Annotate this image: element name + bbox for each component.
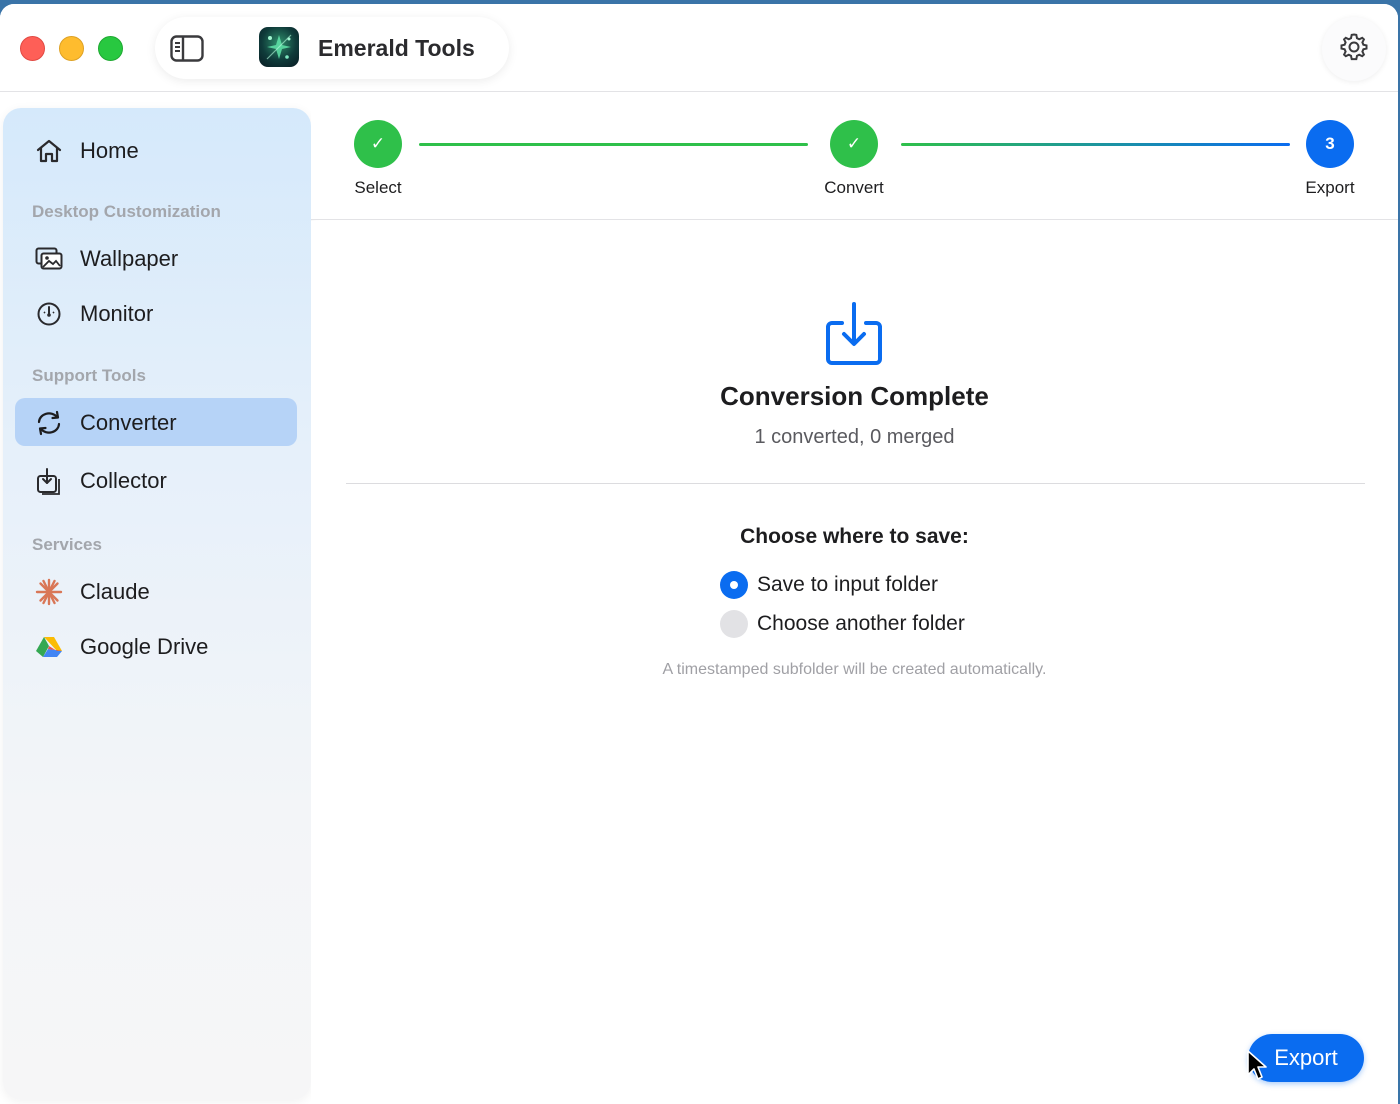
sidebar: Home Desktop Customization Wallpaper Mon…	[3, 108, 311, 1100]
emerald-tools-app-icon	[259, 27, 299, 67]
sidebar-item-label: Claude	[80, 579, 150, 604]
sidebar-item-wallpaper[interactable]: Wallpaper	[15, 234, 297, 282]
main-content: Conversion Complete 1 converted, 0 merge…	[311, 221, 1398, 1104]
step-select-label: Select	[354, 178, 402, 197]
conversion-summary: 1 converted, 0 merged	[754, 426, 955, 448]
title-bar: Emerald Tools	[0, 4, 1398, 92]
zoom-window-button[interactable]	[98, 36, 123, 61]
sidebar-item-label: Wallpaper	[80, 246, 179, 271]
sidebar-item-label: Monitor	[80, 301, 154, 326]
choose-another-folder-option[interactable]: Choose another folder	[720, 609, 965, 639]
claude-asterisk-icon	[35, 578, 63, 606]
monitor-gauge-icon	[35, 301, 63, 327]
section-label-desktop-customization: Desktop Customization	[32, 202, 221, 221]
subfolder-hint: A timestamped subfolder will be created …	[662, 661, 1047, 678]
option-label: Choose another folder	[757, 612, 965, 635]
step-connector-2	[901, 143, 1290, 146]
app-window: Emerald Tools Home Desktop Customization…	[0, 4, 1398, 1104]
gear-icon	[1338, 31, 1370, 68]
step-convert-label: Convert	[824, 178, 884, 197]
app-title: Emerald Tools	[318, 35, 475, 61]
radio-selected[interactable]	[720, 571, 748, 599]
mouse-cursor-icon	[1246, 1049, 1268, 1081]
radio-unselected[interactable]	[720, 610, 748, 638]
google-drive-icon	[35, 634, 63, 660]
sidebar-item-google-drive[interactable]: Google Drive	[15, 622, 297, 670]
sidebar-item-label: Converter	[80, 410, 177, 435]
save-location-title: Choose where to save:	[740, 525, 969, 548]
step-export-label: Export	[1305, 178, 1355, 197]
sidebar-item-converter[interactable]: Converter	[15, 398, 297, 446]
sidebar-item-label: Google Drive	[80, 634, 209, 659]
checkmark-icon: ✓	[846, 134, 862, 153]
section-label-support-tools: Support Tools	[32, 366, 146, 385]
section-label-services: Services	[32, 535, 102, 554]
progress-stepper: ✓ Select ✓ Convert 3 Export	[311, 92, 1398, 220]
checkmark-icon: ✓	[370, 134, 386, 153]
sidebar-item-monitor[interactable]: Monitor	[15, 289, 297, 337]
sidebar-toggle-icon[interactable]	[170, 35, 204, 62]
conversion-complete-title: Conversion Complete	[720, 381, 989, 411]
sidebar-item-home[interactable]: Home	[15, 126, 297, 174]
save-to-input-folder-option[interactable]: Save to input folder	[720, 570, 938, 600]
option-label: Save to input folder	[757, 573, 938, 596]
download-tray-icon	[824, 301, 884, 367]
title-pill: Emerald Tools	[155, 17, 509, 79]
minimize-window-button[interactable]	[59, 36, 84, 61]
settings-button[interactable]	[1322, 17, 1386, 81]
sidebar-item-label: Collector	[80, 468, 167, 493]
step-export-indicator: 3	[1306, 120, 1354, 168]
sidebar-item-claude[interactable]: Claude	[15, 567, 297, 615]
sidebar-item-label: Home	[80, 138, 139, 163]
close-window-button[interactable]	[20, 36, 45, 61]
step-select-indicator: ✓	[354, 120, 402, 168]
section-divider	[346, 483, 1365, 484]
home-icon	[35, 138, 63, 164]
step-convert-indicator: ✓	[830, 120, 878, 168]
converter-arrows-icon	[35, 410, 63, 436]
step-connector-1	[419, 143, 808, 146]
collector-tray-icon	[35, 468, 63, 495]
sidebar-item-collector[interactable]: Collector	[15, 456, 297, 504]
wallpaper-icon	[35, 246, 63, 272]
